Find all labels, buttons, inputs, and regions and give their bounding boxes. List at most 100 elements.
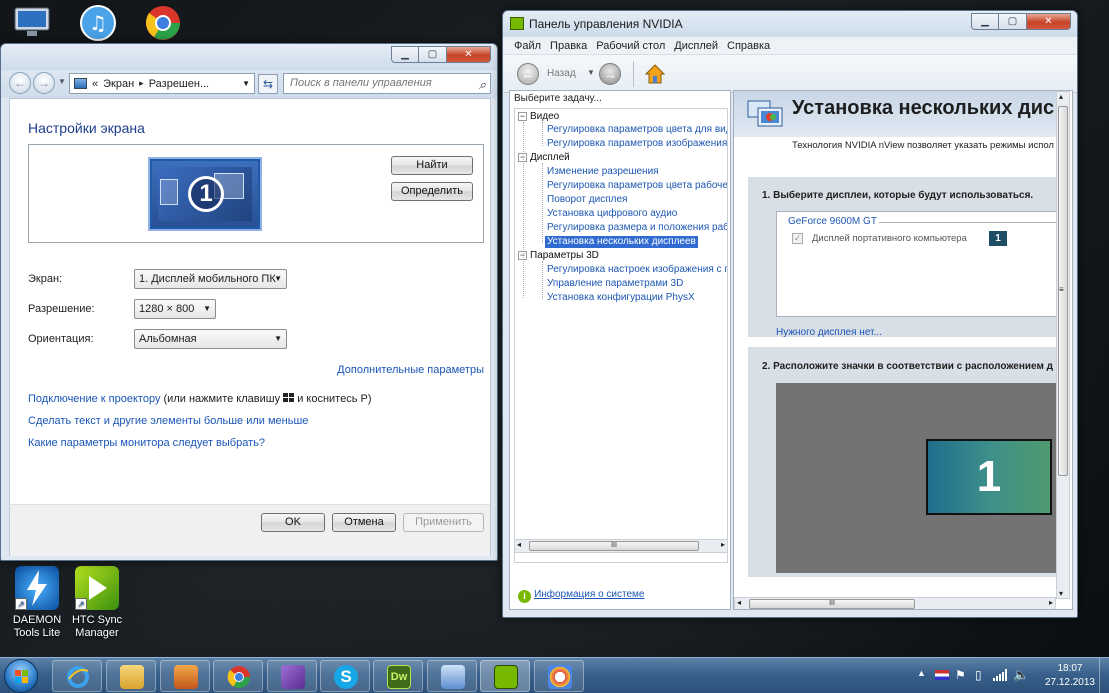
htc-sync-manager-desktop-icon[interactable]: ↗ HTC Sync Manager [60, 566, 134, 640]
scroll-thumb[interactable]: III [529, 541, 699, 551]
taskbar-control-panel[interactable] [427, 660, 477, 692]
bigger-text-link[interactable]: Сделать текст и другие элементы больше и… [28, 415, 308, 427]
scroll-thumb[interactable]: ≡ [1058, 106, 1068, 476]
display-checkbox[interactable]: ✓ [792, 233, 803, 244]
monitor-1-thumbnail[interactable]: 1 [150, 159, 260, 229]
resolution-select[interactable]: 1280 × 800 ▼ [134, 299, 216, 319]
back-label[interactable]: Назад [547, 68, 576, 79]
page-hscrollbar[interactable]: ◂ III ▸ [734, 597, 1056, 609]
tree-item-change-resolution[interactable]: Изменение разрешения [547, 166, 659, 178]
minimize-button[interactable]: ▁ [391, 46, 419, 63]
cancel-button[interactable]: Отмена [332, 513, 396, 532]
missing-display-link[interactable]: Нужного дисплея нет... [776, 327, 882, 338]
back-arrow-icon[interactable]: ← [9, 72, 31, 94]
breadcrumb-screen[interactable]: Экран [103, 78, 134, 90]
close-button[interactable]: ✕ [447, 46, 491, 63]
close-button[interactable]: ✕ [1027, 13, 1071, 30]
projector-link[interactable]: Подключение к проектору [28, 393, 160, 405]
search-input[interactable] [290, 77, 470, 89]
apply-button[interactable]: Применить [403, 513, 484, 532]
tree-item-rotate-display[interactable]: Поворот дисплея [547, 194, 627, 206]
taskbar-visual-studio[interactable] [267, 660, 317, 692]
tree-item-3d-image[interactable]: Регулировка настроек изображения с пр [547, 264, 727, 276]
task-tree-hscrollbar[interactable]: ◂ III ▸ [514, 539, 728, 553]
advanced-settings-link[interactable]: Дополнительные параметры [337, 364, 484, 376]
taskbar-explorer[interactable] [106, 660, 156, 692]
scroll-thumb[interactable]: III [749, 599, 915, 609]
collapse-icon[interactable]: − [518, 112, 527, 121]
page-vscrollbar[interactable]: ▴ ≡ ▾ [1056, 91, 1070, 599]
maximize-button[interactable]: ▢ [419, 46, 447, 63]
volume-icon[interactable]: 🔈 [1013, 667, 1029, 683]
language-flag-icon[interactable] [935, 670, 949, 680]
network-icon[interactable] [993, 669, 1007, 681]
search-field[interactable]: ⌕ [283, 73, 491, 94]
action-center-icon[interactable]: ⚑ [955, 668, 966, 682]
chrome-desktop-icon[interactable] [143, 4, 183, 40]
scroll-down-icon[interactable]: ▾ [1059, 589, 1063, 598]
tree-category-3d[interactable]: − Параметры 3D [518, 250, 599, 262]
which-monitor-settings-link[interactable]: Какие параметры монитора следует выбрать… [28, 437, 265, 449]
maximize-button[interactable]: ▢ [999, 13, 1027, 30]
menu-help[interactable]: Справка [727, 40, 770, 52]
orientation-select[interactable]: Альбомная ▼ [134, 329, 287, 349]
start-button[interactable] [4, 659, 38, 693]
display-arrangement-area[interactable]: 1 [776, 383, 1064, 573]
show-hidden-icons-icon[interactable]: ▲ [917, 668, 926, 678]
taskbar-skype[interactable]: S [320, 660, 370, 692]
ok-button[interactable]: OK [261, 513, 325, 532]
menu-edit[interactable]: Правка [550, 40, 587, 52]
recent-pages-dropdown-icon[interactable]: ▼ [58, 77, 66, 86]
display-window-titlebar[interactable]: ▁ ▢ ✕ [1, 44, 497, 70]
scroll-left-icon[interactable]: ◂ [737, 598, 741, 607]
tree-item-digital-audio[interactable]: Установка цифрового аудио [547, 208, 677, 220]
computer-desktop-icon[interactable] [12, 6, 52, 40]
breadcrumb-overflow[interactable]: « [92, 78, 98, 90]
taskbar-paint[interactable] [534, 660, 584, 692]
scroll-left-icon[interactable]: ◂ [517, 540, 521, 549]
address-bar[interactable]: « Экран ▸ Разрешен... ▼ [69, 73, 255, 94]
history-dropdown-icon[interactable]: ▼ [587, 68, 595, 77]
tree-item-physx[interactable]: Установка конфигурации PhysX [547, 292, 695, 304]
arrangement-display-1[interactable]: 1 [926, 439, 1052, 515]
system-info-link[interactable]: Информация о системе [534, 589, 644, 600]
minimize-button[interactable]: ▁ [971, 13, 999, 30]
svg-text:♫: ♫ [89, 11, 107, 35]
identify-button[interactable]: Определить [391, 182, 473, 201]
tree-category-video[interactable]: − Видео [518, 111, 559, 123]
back-arrow-icon[interactable]: ← [517, 63, 539, 85]
tree-item-multiple-displays[interactable]: Установка нескольких дисплеев [545, 236, 698, 248]
menu-bar: Файл Правка Рабочий стол Дисплей Справка [503, 37, 1077, 55]
scroll-right-icon[interactable]: ▸ [1049, 598, 1053, 607]
home-icon[interactable] [643, 62, 667, 86]
device-icon[interactable]: ▯ [975, 668, 982, 682]
taskbar-dreamweaver[interactable]: Dw [373, 660, 423, 692]
menu-desktop[interactable]: Рабочий стол [596, 40, 665, 52]
refresh-icon[interactable]: ⇆ [258, 74, 278, 94]
tree-item-desktop-color[interactable]: Регулировка параметров цвета рабочег [547, 180, 727, 192]
taskbar-nvidia[interactable] [480, 660, 530, 692]
taskbar-media-player[interactable] [160, 660, 210, 692]
itunes-desktop-icon[interactable]: ♫ [78, 4, 118, 41]
forward-arrow-icon[interactable]: → [599, 63, 621, 85]
scroll-right-icon[interactable]: ▸ [721, 540, 725, 549]
taskbar-chrome[interactable] [213, 660, 263, 692]
tree-category-display[interactable]: − Дисплей [518, 152, 570, 164]
breadcrumb-resolution[interactable]: Разрешен... [149, 78, 209, 90]
search-icon[interactable]: ⌕ [479, 75, 486, 94]
scroll-up-icon[interactable]: ▴ [1059, 92, 1063, 101]
taskbar-internet-explorer[interactable] [52, 660, 102, 692]
tree-item-video-image[interactable]: Регулировка параметров изображения д [547, 138, 727, 150]
menu-display[interactable]: Дисплей [674, 40, 718, 52]
screen-select[interactable]: 1. Дисплей мобильного ПК ▼ [134, 269, 287, 289]
tree-item-manage-3d[interactable]: Управление параметрами 3D [547, 278, 683, 290]
nvidia-window-titlebar[interactable]: Панель управления NVIDIA ▁ ▢ ✕ [503, 11, 1077, 37]
taskbar-clock[interactable]: 18:07 27.12.2013 [1045, 662, 1095, 690]
detect-button[interactable]: Найти [391, 156, 473, 175]
menu-file[interactable]: Файл [514, 40, 541, 52]
show-desktop-button[interactable] [1099, 658, 1109, 693]
tree-item-video-color[interactable]: Регулировка параметров цвета для вид [547, 124, 727, 136]
address-dropdown-icon[interactable]: ▼ [242, 79, 250, 88]
tree-item-desktop-size[interactable]: Регулировка размера и положения рабо [547, 222, 727, 234]
forward-arrow-icon[interactable]: → [33, 72, 55, 94]
